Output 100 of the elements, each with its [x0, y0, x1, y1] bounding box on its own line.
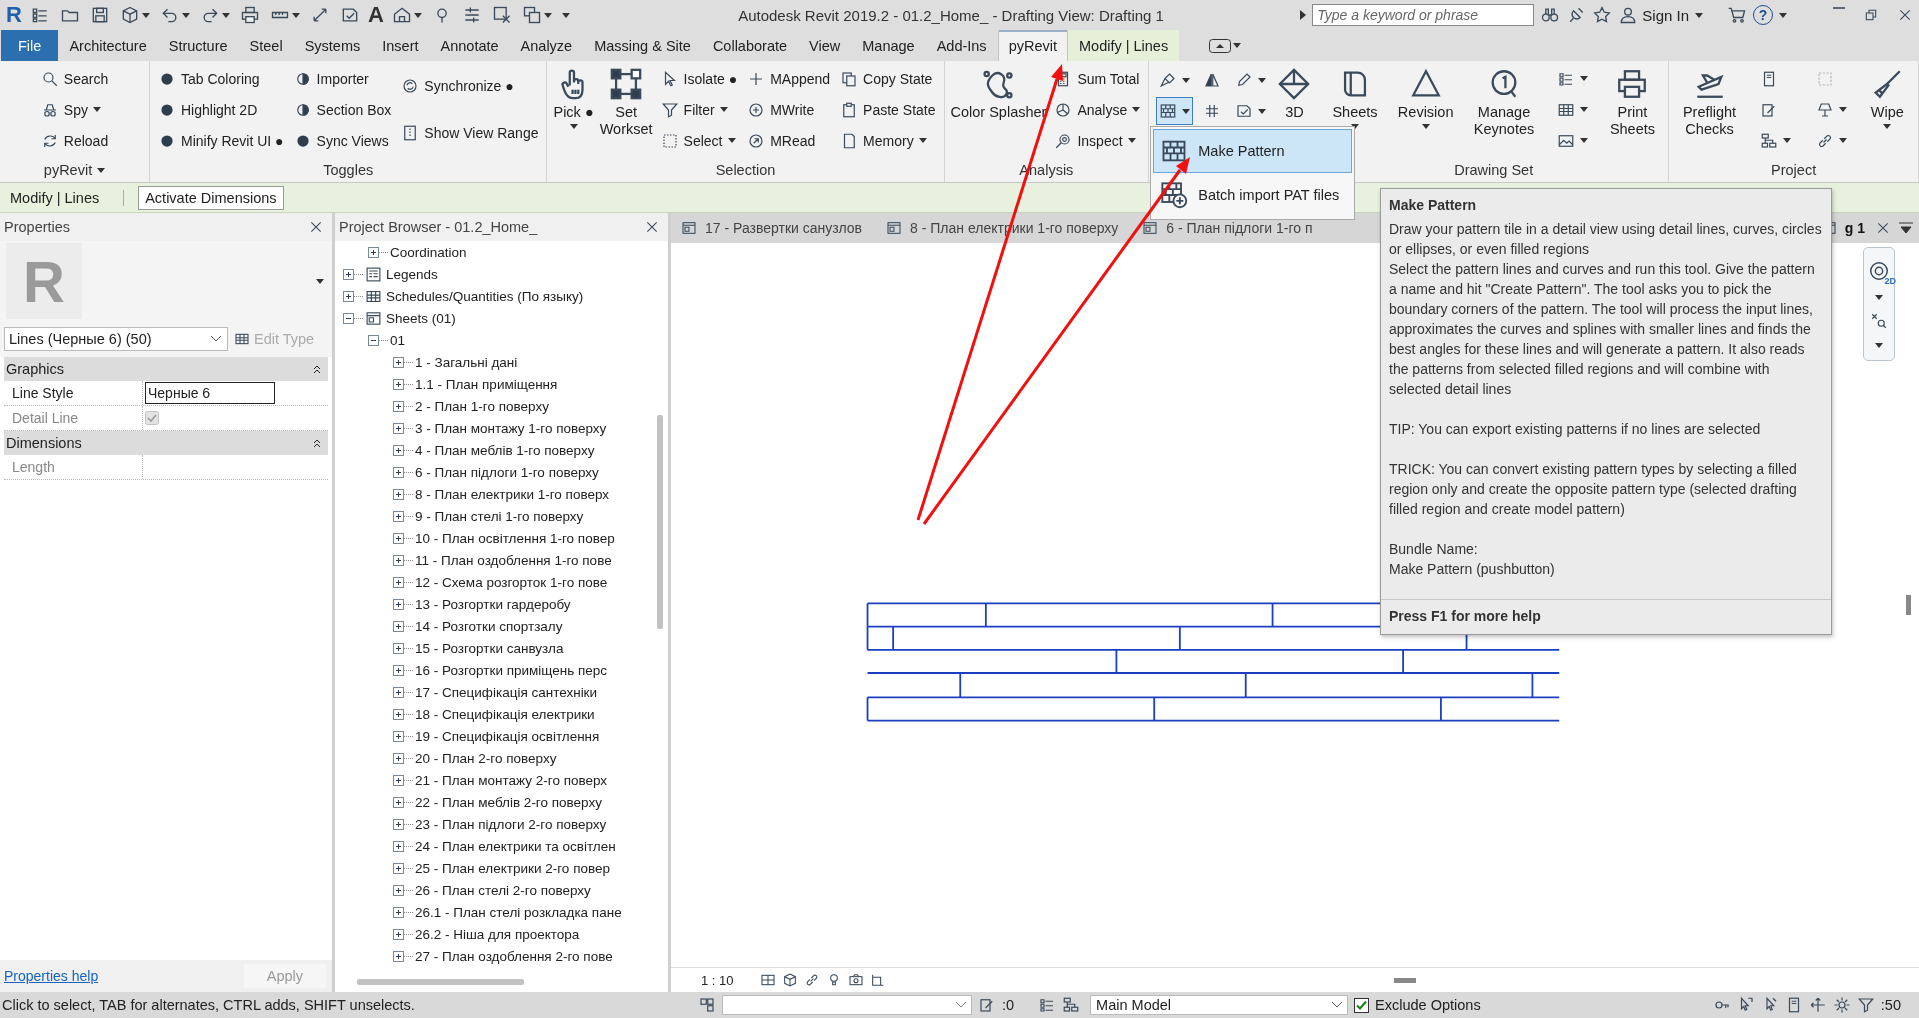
expand-icon[interactable]	[393, 378, 404, 390]
collapse-icon[interactable]	[343, 312, 354, 324]
scrollbar-thumb[interactable]	[357, 979, 524, 985]
ribbon-button[interactable]: Filter	[658, 96, 740, 123]
ribbon-tab[interactable]: Structure	[157, 30, 239, 61]
ribbon-button[interactable]: Synchronize ●	[399, 73, 541, 100]
tree-item[interactable]: 25 - План електрики 2-го повер	[415, 860, 610, 876]
tree-item[interactable]: 19 - Специфікація освітлення	[415, 728, 600, 744]
ribbon-tab[interactable]: Add-Ins	[925, 30, 998, 61]
expand-icon[interactable]	[393, 862, 404, 874]
ribbon-button[interactable]: Search	[38, 65, 111, 92]
tree-item[interactable]: 3 - План монтажу 1-го поверху	[415, 420, 607, 436]
scrollbar-thumb[interactable]	[657, 415, 663, 629]
expand-icon[interactable]	[393, 774, 404, 786]
section-header[interactable]: Graphics	[4, 357, 328, 381]
tree-item[interactable]: 26.1 - План стелі розкладка пане	[415, 904, 622, 920]
tree-item[interactable]: 9 - План стелі 1-го поверху	[415, 508, 584, 524]
navigation-bar[interactable]: 2D	[1863, 247, 1895, 361]
scrollbar-thumb[interactable]	[1906, 595, 1911, 615]
expand-icon[interactable]	[393, 422, 404, 434]
tree-item[interactable]: 20 - План 2-го поверху	[415, 750, 557, 766]
properties-help-link[interactable]: Properties help	[4, 968, 99, 984]
design-option-dropdown[interactable]: Main Model	[1090, 995, 1349, 1015]
expand-icon[interactable]	[393, 950, 404, 962]
tree-item[interactable]: 23 - План підлоги 2-го поверху	[415, 816, 607, 832]
expand-icon[interactable]	[393, 466, 404, 478]
expand-icon[interactable]	[393, 576, 404, 588]
tree-item[interactable]: 17 - Специфікація сантехніки	[415, 684, 598, 700]
tree-item[interactable]: 8 - План електрики 1-го поверх	[415, 486, 610, 502]
ribbon-button[interactable]: Highlight 2D	[156, 96, 286, 123]
expand-icon[interactable]	[393, 796, 404, 808]
ribbon-tab[interactable]: Modify | Lines	[1068, 30, 1180, 61]
ribbon-button[interactable]: Show View Range	[399, 119, 541, 146]
ribbon-button[interactable]: Inspect	[1052, 127, 1143, 154]
ribbon-tab[interactable]: Manage	[851, 30, 926, 61]
ribbon-tab[interactable]: Annotate	[429, 30, 510, 61]
ribbon-button[interactable]: Memory	[838, 127, 938, 154]
expand-icon[interactable]	[393, 664, 404, 676]
ribbon-tab[interactable]: Collaborate	[701, 30, 799, 61]
ribbon-button[interactable]: Minify Revit UI ●	[156, 127, 286, 154]
tree-item[interactable]: Sheets (01)	[386, 310, 456, 326]
ribbon-tab[interactable]: Architecture	[58, 30, 158, 61]
expand-icon[interactable]	[393, 554, 404, 566]
tree-item[interactable]: 16 - Розгортки приміщень перс	[415, 662, 608, 678]
expand-icon[interactable]	[393, 532, 404, 544]
ribbon-button[interactable]: MWrite	[745, 96, 833, 123]
tree-item[interactable]: 26 - План стелі 2-го поверху	[415, 882, 591, 898]
ribbon-button[interactable]: Select	[658, 127, 740, 154]
checkbox[interactable]	[1354, 997, 1370, 1013]
ribbon-button[interactable]: Set Workset	[599, 61, 653, 158]
ribbon-button[interactable]: Manage Keynotes	[1473, 61, 1535, 158]
menu-item[interactable]: Batch import PAT files	[1153, 173, 1353, 217]
text-tool-button[interactable]: A	[367, 2, 384, 28]
expand-icon[interactable]	[343, 290, 354, 302]
ribbon-button[interactable]: Revision	[1397, 61, 1454, 158]
ribbon-button[interactable]: Importer	[291, 65, 394, 92]
tree-item[interactable]: 14 - Розготки спортзалу	[415, 618, 563, 634]
ribbon-button[interactable]: MRead	[745, 127, 833, 154]
tree-item[interactable]: Legends	[386, 266, 438, 282]
tree-item[interactable]: 12 - Схема розгорток 1-го пове	[415, 574, 608, 590]
tree-item[interactable]: 01	[390, 332, 406, 348]
tree-item[interactable]: Schedules/Quantities (По языку)	[386, 288, 584, 304]
tree-item[interactable]: 1.1 - План приміщення	[415, 376, 558, 392]
tree-item[interactable]: 10 - План освітлення 1-го повер	[415, 530, 615, 546]
expand-icon[interactable]	[393, 906, 404, 918]
expand-icon[interactable]	[393, 928, 404, 940]
collapse-icon[interactable]	[368, 334, 379, 346]
ribbon-button[interactable]: Reload	[38, 127, 111, 154]
ribbon-tab[interactable]: File	[1, 30, 59, 61]
type-selector[interactable]: Lines (Черные 6) (50)	[4, 327, 228, 351]
expand-icon[interactable]	[393, 840, 404, 852]
tree-item[interactable]: 1 - Загальні дані	[415, 354, 518, 370]
tree-item[interactable]: 13 - Розгортки гардеробу	[415, 596, 571, 612]
expand-icon[interactable]	[393, 620, 404, 632]
ribbon-button[interactable]: MAppend	[745, 65, 833, 92]
sign-in-button[interactable]: Sign In	[1618, 5, 1689, 25]
ribbon-tab[interactable]: Massing & Site	[583, 30, 702, 61]
expand-icon[interactable]	[393, 730, 404, 742]
tree-item[interactable]: 11 - План оздоблення 1-го пове	[415, 552, 612, 568]
activate-dimensions-button[interactable]: Activate Dimensions	[138, 185, 284, 210]
scrollbar-thumb[interactable]	[1394, 977, 1417, 983]
document-tab[interactable]: 17 - Развертки санузлов	[681, 220, 863, 236]
ribbon-button[interactable]: Pick ●	[553, 61, 594, 158]
section-header[interactable]: Dimensions	[4, 431, 328, 455]
expand-icon[interactable]	[393, 510, 404, 522]
ribbon-button[interactable]	[1157, 98, 1192, 124]
tree-item[interactable]: 27 - План оздоблення 2-го пове	[415, 948, 613, 964]
ribbon-tab[interactable]: Steel	[238, 30, 294, 61]
tree-item[interactable]: 4 - План меблів 1-го поверху	[415, 442, 595, 458]
expand-icon[interactable]	[393, 598, 404, 610]
expand-icon[interactable]	[393, 444, 404, 456]
expand-icon[interactable]	[393, 884, 404, 896]
expand-icon[interactable]	[393, 686, 404, 698]
tree-item[interactable]: 15 - Розгортки санвузла	[415, 640, 564, 656]
ribbon-button[interactable]: Preflight Checks	[1682, 61, 1737, 158]
expand-icon[interactable]	[368, 246, 379, 258]
app-logo[interactable]: R	[6, 2, 22, 28]
document-tab[interactable]: 6 - План підлоги 1-го п	[1142, 220, 1313, 236]
tree-item[interactable]: 2 - План 1-го поверху	[415, 398, 549, 414]
property-value-field[interactable]: Черные 6	[145, 382, 275, 404]
